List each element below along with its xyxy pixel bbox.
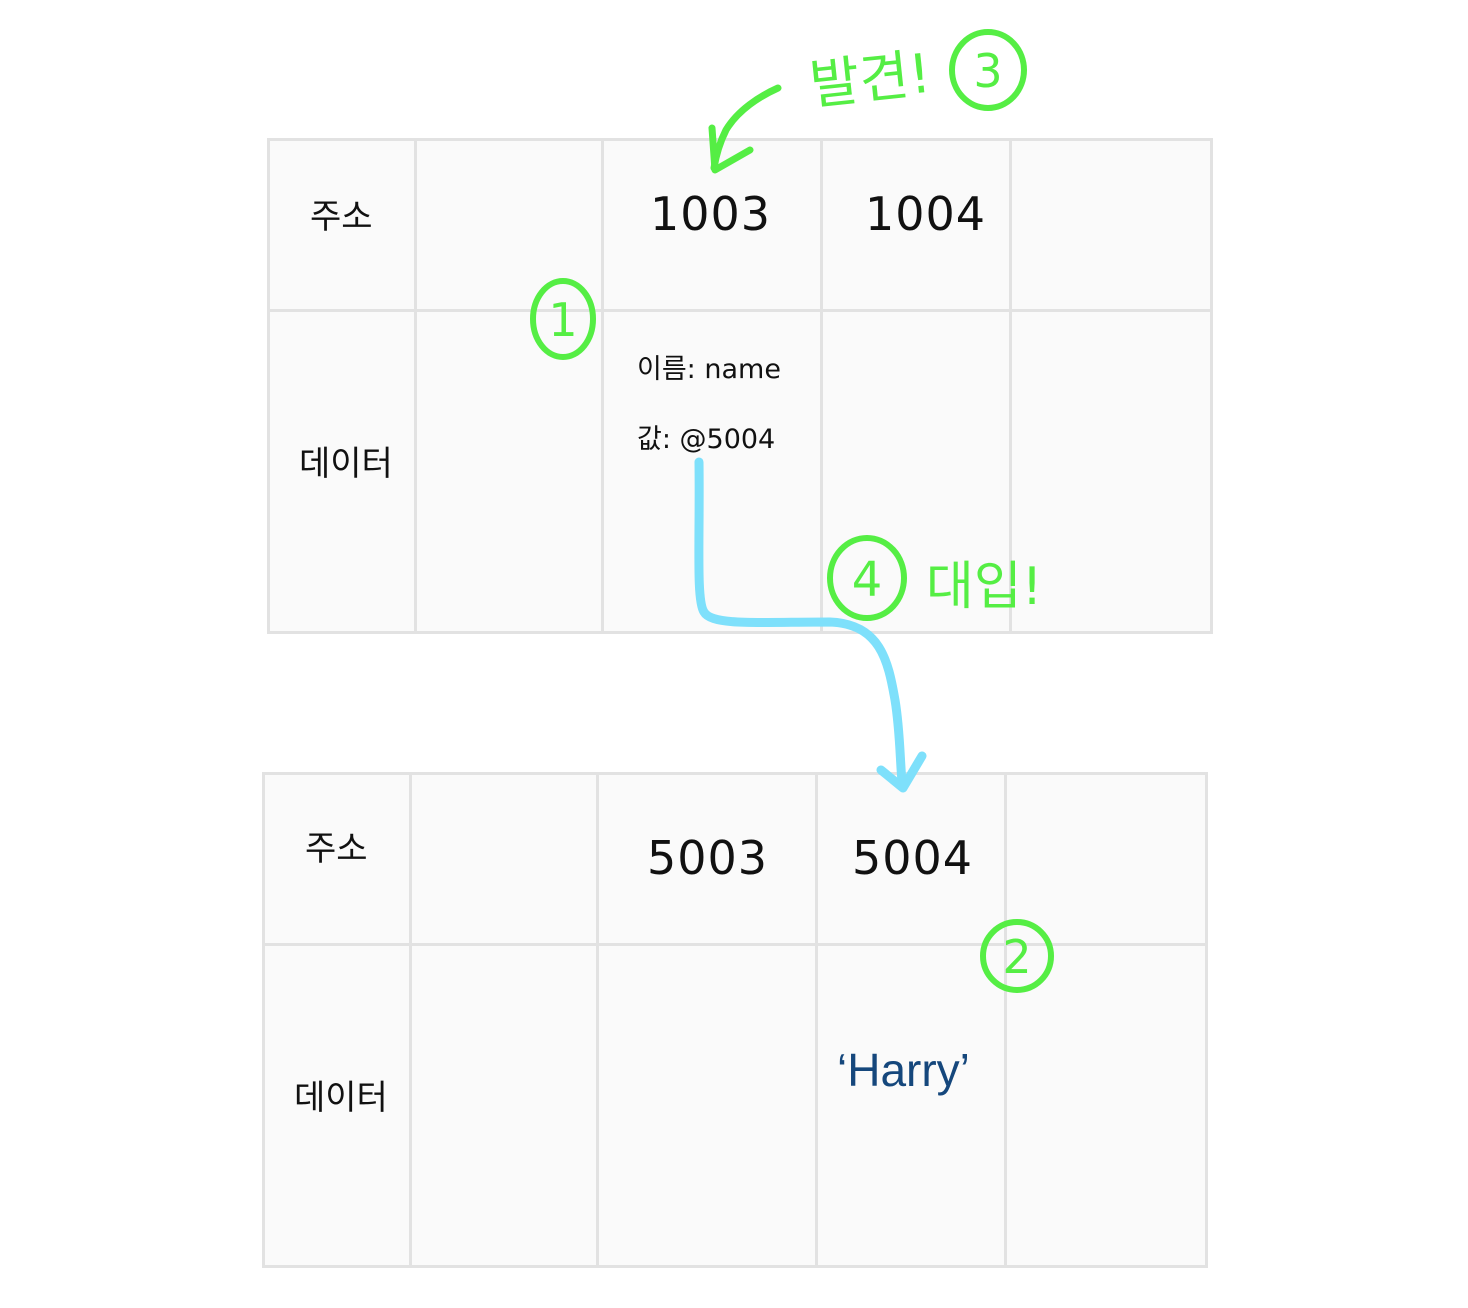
bottom-data-cell: [818, 946, 1007, 1265]
string-value-harry: ‘Harry’: [837, 1044, 970, 1096]
address-1003: 1003: [650, 187, 772, 241]
bottom-address-cell: [412, 775, 599, 946]
found-label: 발견!: [807, 42, 934, 117]
bottom-address-cell: [1007, 775, 1205, 946]
bottom-data-cell: [412, 946, 599, 1265]
step-3-marker: 3: [949, 29, 1027, 111]
address-1004: 1004: [865, 187, 987, 241]
top-data-label: 데이터: [299, 444, 393, 484]
bottom-data-cell: [1007, 946, 1205, 1265]
step-3-number: 3: [973, 44, 1002, 98]
top-data-cell: [823, 312, 1012, 631]
bottom-data-label: 데이터: [294, 1078, 388, 1118]
variable-value-line: 값: @5004: [637, 424, 776, 455]
top-data-cell: [1012, 312, 1210, 631]
address-5004: 5004: [852, 831, 974, 885]
bottom-address-label: 주소: [305, 829, 368, 869]
top-data-cell: [417, 312, 604, 631]
variable-name-line: 이름: name: [637, 354, 781, 385]
top-address-label: 주소: [310, 197, 373, 237]
bottom-memory-table: 주소 5003 5004 데이터 ‘Harry’: [262, 772, 1208, 1268]
top-address-cell: [1012, 141, 1210, 312]
address-5003: 5003: [647, 831, 769, 885]
bottom-data-cell: [599, 946, 818, 1265]
top-memory-table: 주소 1003 1004 데이터 이름: name 값: @5004: [267, 138, 1213, 634]
top-address-cell: [417, 141, 604, 312]
